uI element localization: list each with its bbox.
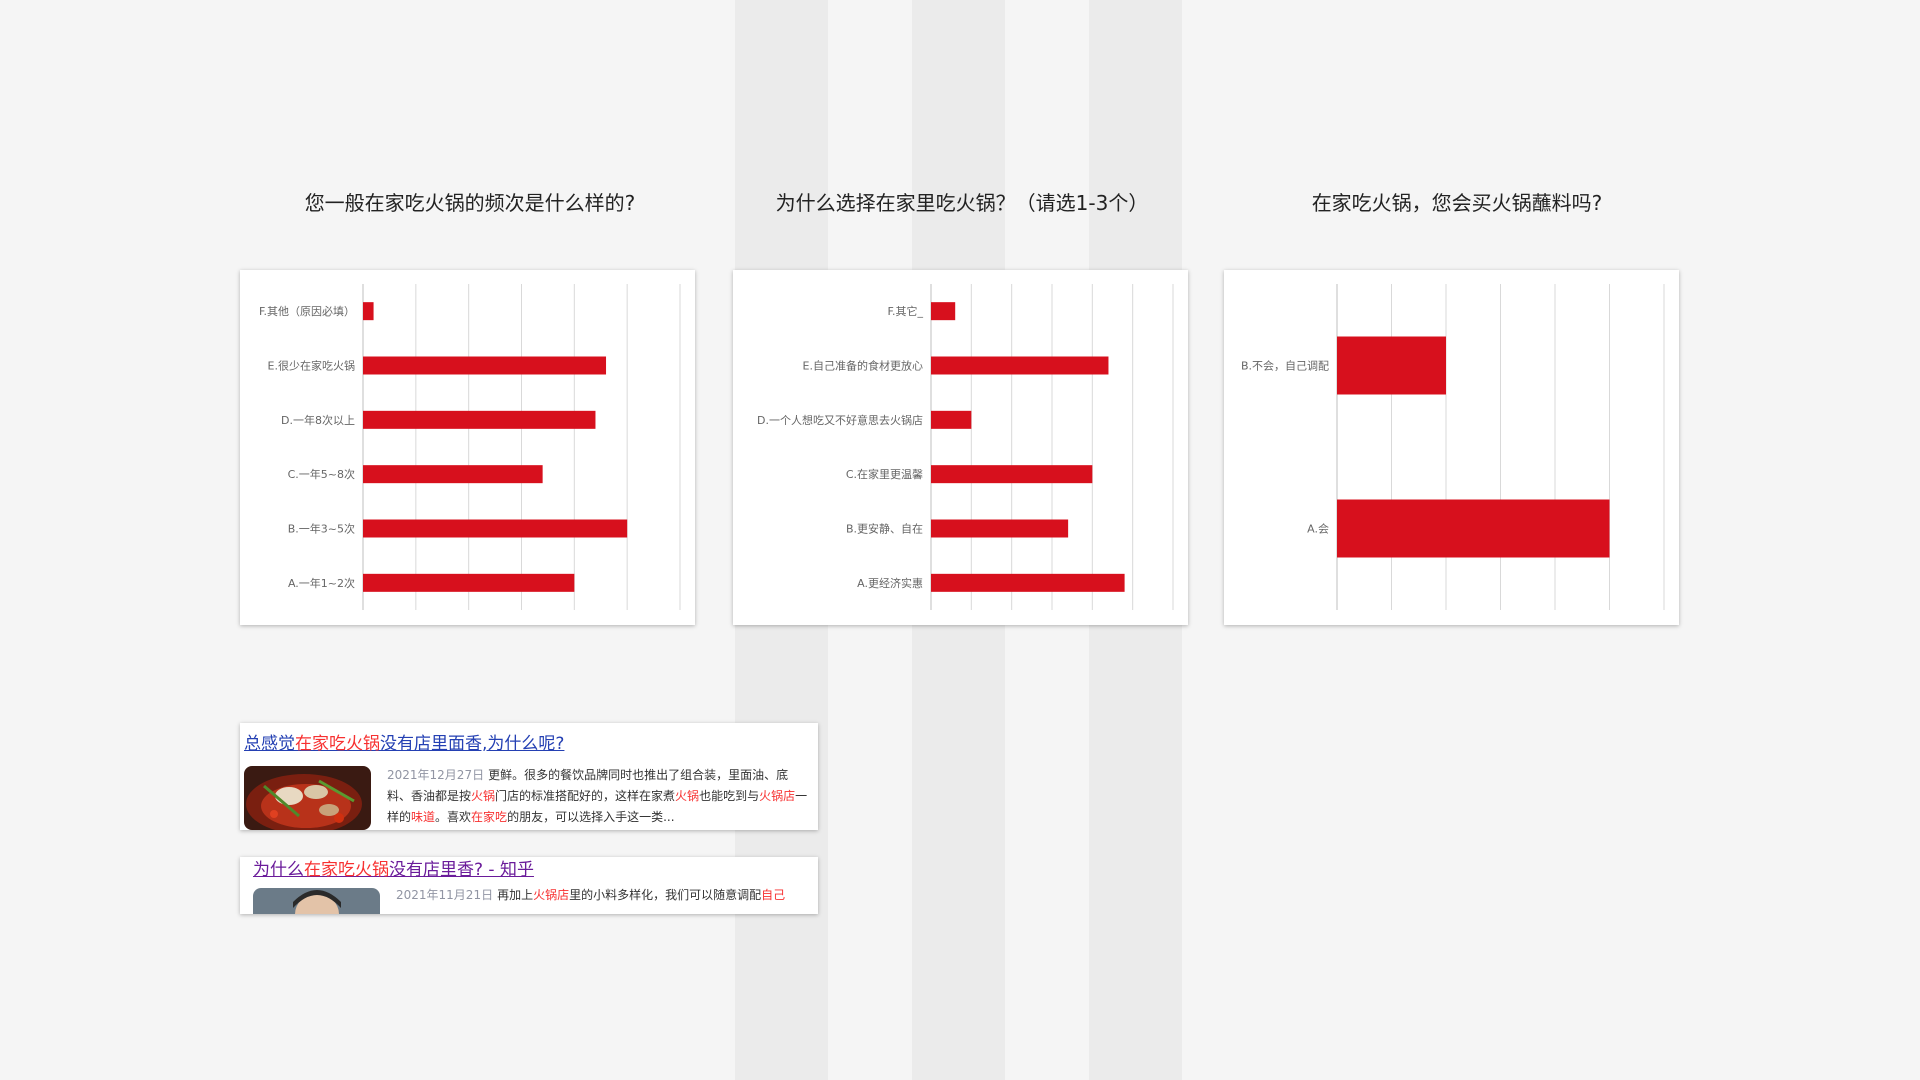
bar [931,302,956,321]
bar [931,356,1109,375]
bar [363,519,628,538]
search-result-card: 为什么在家吃火锅没有店里香? - 知乎 2021年11月21日 再加上火锅店里的小… [240,857,818,914]
bar [931,519,1069,538]
snippet-text: 再加上 [497,888,534,902]
category-tick-label: A.更经济实惠 [857,576,923,590]
bar [931,410,972,429]
category-tick-label: A.一年1~2次 [288,576,355,590]
chart-title-reasons: 为什么选择在家里吃火锅？（请选1-3个） [775,191,1149,215]
snippet-keyword: 火锅 [675,789,700,803]
hotpot-image-graphic [244,766,371,830]
snippet-keyword: 火锅 [471,789,496,803]
category-tick-label: F.其他（原因必填） [259,304,355,318]
result-date: 2021年12月27日 [387,768,485,782]
category-tick-label: B.不会，自己调配 [1241,360,1329,373]
search-result-snippet: 2021年12月27日 更鲜。很多的餐饮品牌同时也推出了组合装，里面油、底料、香油… [387,765,812,828]
title-text: 总感觉 [244,734,295,754]
snippet-keyword: 自己 [761,888,786,902]
snippet-text: 也能吃到与 [699,789,760,803]
bar [363,465,543,484]
snippet-text: 的朋友，可以选择入手这一类... [507,810,675,824]
chart-title-frequency: 您一般在家吃火锅的频次是什么样的? [304,191,636,215]
bar-chart-reasons: F.其它_ E.自己准备的食材更放心 D.一个人想吃又不好意思去火锅店 C.在家里更温… [757,284,1174,610]
search-result-title-link[interactable]: 为什么在家吃火锅没有店里香? - 知乎 [253,859,534,881]
chart-card-reasons: F.其它_ E.自己准备的食材更放心 D.一个人想吃又不好意思去火锅店 C.在家里更温… [733,270,1188,625]
title-text: 没有店里面香,为什么呢? [380,734,565,754]
hotpot-thumbnail-image[interactable] [244,766,371,830]
snippet-keyword: 味道 [411,810,436,824]
snippet-text: 门店的标准搭配好的，这样在家煮 [495,789,676,803]
snippet-keyword: 火锅店 [533,888,570,902]
category-tick-label: B.一年3~5次 [288,522,355,536]
bar [931,573,1125,592]
title-keyword: 在家吃火锅 [304,860,389,880]
category-tick-label: C.一年5~8次 [288,467,355,481]
title-keyword: 在家吃火锅 [295,734,380,754]
category-tick-label: D.一年8次以上 [281,413,355,427]
result-date: 2021年11月21日 [396,888,494,902]
snippet-text: 里的小料多样化，我们可以随意调配 [569,888,762,902]
author-image-graphic [253,888,380,914]
category-tick-label: E.很少在家吃火锅 [268,359,355,373]
search-result-title-link[interactable]: 总感觉在家吃火锅没有店里面香,为什么呢? [244,733,564,755]
chart-title-dipping-sauce: 在家吃火锅，您会买火锅蘸料吗? [1311,191,1603,215]
bar [1337,499,1610,558]
bar [1337,336,1446,395]
bar [363,410,596,429]
title-text: 为什么 [253,860,304,880]
search-result-card: 总感觉在家吃火锅没有店里面香,为什么呢? 2021年12月27日 更鲜。很多的餐饮… [240,723,818,830]
chart-card-frequency: F.其他（原因必填） E.很少在家吃火锅 D.一年8次以上 C.一年5~8次 B.一年3… [240,270,695,625]
bar [931,465,1093,484]
bar [363,356,607,375]
bar-chart-dipping-sauce: B.不会，自己调配 A.会 [1241,284,1665,610]
snippet-text: 。喜欢 [435,810,472,824]
author-thumbnail-image[interactable] [253,888,380,914]
search-result-snippet: 2021年11月21日 再加上火锅店里的小料多样化，我们可以随意调配自己 [396,885,816,906]
snippet-keyword: 火锅店 [759,789,796,803]
category-tick-label: A.会 [1307,523,1329,536]
category-tick-label: F.其它_ [887,304,923,318]
snippet-keyword: 在家吃 [471,810,508,824]
category-tick-label: B.更安静、自在 [846,522,923,536]
chart-card-dipping-sauce: B.不会，自己调配 A.会 [1224,270,1679,625]
bar-chart-frequency: F.其他（原因必填） E.很少在家吃火锅 D.一年8次以上 C.一年5~8次 B.一年3… [259,284,681,610]
bar [363,573,575,592]
title-text: 没有店里香? - 知乎 [389,860,534,880]
category-tick-label: C.在家里更温馨 [846,467,923,481]
category-tick-label: D.一个人想吃又不好意思去火锅店 [757,413,923,427]
bar [363,302,374,321]
category-tick-label: E.自己准备的食材更放心 [803,359,923,373]
